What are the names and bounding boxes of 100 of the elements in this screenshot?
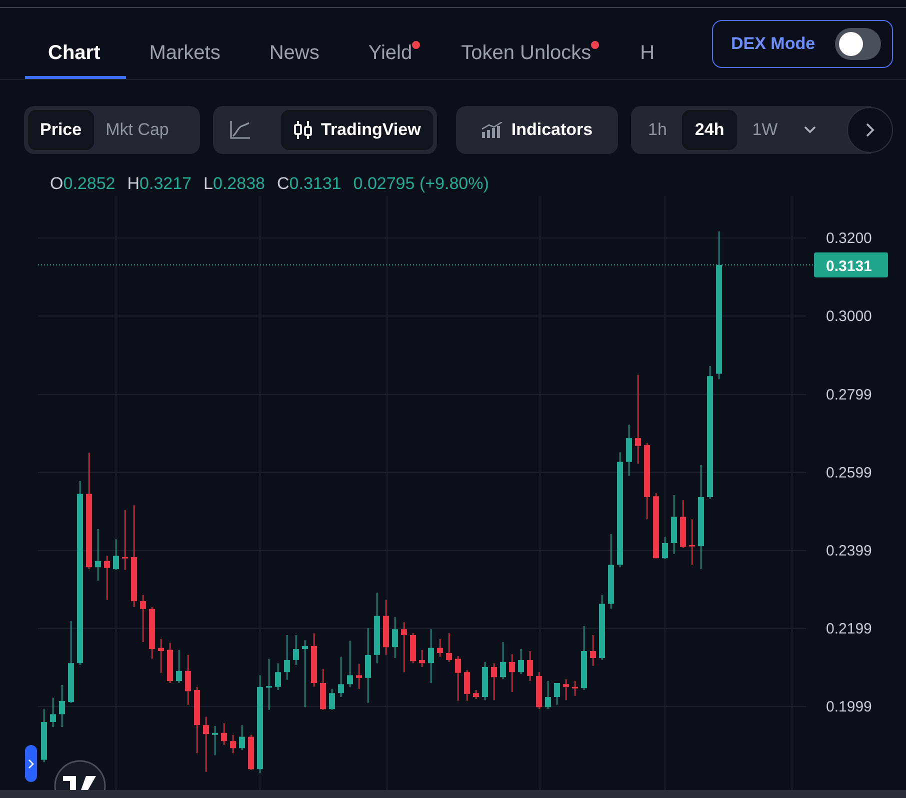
value-mode-tab[interactable]: Price <box>28 110 94 150</box>
candlestick <box>185 654 191 706</box>
timeframe-tab[interactable]: 24h <box>682 110 738 150</box>
candlestick <box>374 592 380 664</box>
price-axis-label: 0.2599 <box>826 464 872 482</box>
candlestick <box>599 594 605 660</box>
candlestick <box>680 500 686 549</box>
candlestick <box>347 640 353 688</box>
price-change: 0.02795 (+9.80%) <box>353 173 489 196</box>
candlestick <box>266 658 272 710</box>
candlestick <box>581 626 587 690</box>
candlestick <box>95 528 101 582</box>
candlestick <box>455 656 461 702</box>
dex-mode-toggle[interactable]: DEX Mode <box>712 20 893 68</box>
tab[interactable]: Chart <box>25 8 126 79</box>
candlestick <box>293 634 299 666</box>
candlestick <box>626 424 632 476</box>
chevron-right-icon <box>865 123 875 137</box>
ohlc-label: L <box>204 173 213 196</box>
candlestick <box>671 494 677 554</box>
candlestick <box>221 722 227 746</box>
candlestick <box>437 638 443 658</box>
candlestick <box>401 622 407 673</box>
candlestick <box>554 682 560 706</box>
candlestick <box>302 640 308 708</box>
candlestick <box>392 616 398 659</box>
candlestick <box>518 648 524 675</box>
candlestick <box>338 656 344 698</box>
candlestick <box>149 606 155 660</box>
tab[interactable]: Token Unlocks <box>438 8 618 79</box>
candlestick <box>50 697 56 728</box>
candlestick <box>689 518 695 566</box>
timeframe-tab[interactable]: 1W <box>739 110 791 150</box>
candlestick <box>653 492 659 559</box>
price-axis-label: 0.2399 <box>826 542 872 560</box>
candlestick <box>104 555 110 600</box>
price-axis-label: 0.1999 <box>826 698 872 716</box>
ohlc-label: O <box>50 173 64 196</box>
candlestick <box>590 634 596 666</box>
candlestick <box>311 632 317 688</box>
candlestick <box>428 628 434 684</box>
candlestick <box>500 642 506 680</box>
ohlc-value: 0.3217 <box>140 173 192 196</box>
candlestick <box>230 734 236 754</box>
candlestick <box>527 650 533 682</box>
candlestick <box>158 638 164 674</box>
candlestick <box>194 686 200 754</box>
chart-style-tab[interactable]: TradingView <box>281 110 433 150</box>
candlestick <box>509 654 515 692</box>
ohlc-label: C <box>276 173 290 196</box>
line-chart-icon <box>229 120 251 140</box>
tab[interactable]: H <box>617 8 681 79</box>
candlestick <box>212 725 218 756</box>
candlestick <box>320 668 326 710</box>
candlestick <box>446 632 452 662</box>
candlestick <box>482 661 488 701</box>
candlestick <box>140 594 146 643</box>
tab[interactable]: Markets <box>126 8 246 79</box>
candlestick <box>59 684 65 728</box>
candlestick-icon <box>293 120 313 140</box>
candlestick <box>545 680 551 710</box>
ohlc-label: H <box>127 173 140 196</box>
candlestick <box>41 708 47 763</box>
value-mode-tab[interactable]: Mkt Cap <box>94 110 181 150</box>
candlestick <box>473 690 479 700</box>
price-axis-label: 0.3200 <box>826 230 872 247</box>
ohlc-value: 0.2852 <box>63 173 116 196</box>
chevron-right-icon <box>28 758 34 768</box>
candlestick <box>410 632 416 664</box>
tab[interactable]: Yield <box>345 8 438 79</box>
candlestick <box>203 716 209 772</box>
chevron-down-icon <box>802 125 817 135</box>
price-axis-label: 0.3000 <box>826 308 872 325</box>
price-axis-label: 0.2799 <box>826 386 872 404</box>
current-price-label: 0.3131 <box>826 258 872 275</box>
timeframe-tab[interactable]: 1h <box>635 110 680 150</box>
price-axis-label: 0.2199 <box>826 620 872 638</box>
candlestick <box>239 724 245 751</box>
ohlc-value: 0.2838 <box>212 173 265 196</box>
indicators-button[interactable]: Indicators <box>456 106 618 154</box>
tab[interactable]: News <box>246 8 346 79</box>
candlestick <box>662 536 668 560</box>
ohlc-value: 0.3131 <box>289 173 342 196</box>
candlestick <box>167 642 173 684</box>
candlestick <box>536 672 542 710</box>
panel-toggle-button[interactable] <box>25 745 37 782</box>
candlestick <box>329 688 335 710</box>
candlestick <box>419 649 425 668</box>
candlestick <box>356 663 362 690</box>
candlestick <box>383 599 389 656</box>
candlestick <box>491 662 497 701</box>
candlestick <box>563 678 569 701</box>
candlestick <box>113 538 119 570</box>
candlestick <box>275 662 281 690</box>
candlestick <box>122 509 128 570</box>
candlestick <box>248 734 254 770</box>
candlestick <box>464 670 470 702</box>
candlestick <box>284 634 290 680</box>
candlestick <box>176 649 182 684</box>
bar-chart-icon <box>481 122 504 138</box>
